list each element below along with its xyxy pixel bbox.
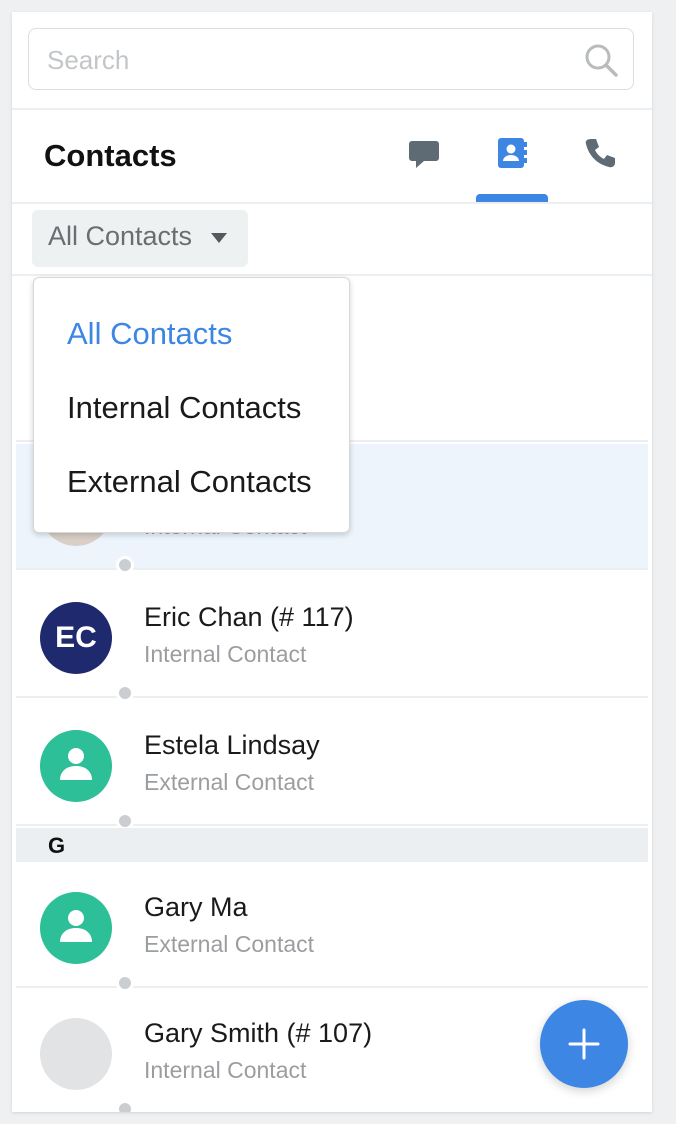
divider bbox=[12, 274, 652, 276]
divider bbox=[12, 202, 652, 204]
chat-bubble-icon[interactable] bbox=[407, 136, 441, 170]
list-item[interactable]: Estela Lindsay External Contact bbox=[16, 700, 648, 830]
caret-down-icon bbox=[211, 233, 227, 243]
phone-icon[interactable] bbox=[583, 136, 617, 170]
avatar bbox=[40, 892, 134, 992]
contact-name: Gary Smith (# 107) bbox=[144, 1018, 373, 1048]
contact-type: External Contact bbox=[144, 931, 315, 957]
page-title: Contacts bbox=[44, 138, 177, 173]
avatar bbox=[40, 1018, 134, 1112]
add-contact-button[interactable] bbox=[540, 1000, 628, 1088]
avatar: EC bbox=[40, 602, 134, 702]
avatar bbox=[40, 730, 134, 830]
contact-type: Internal Contact bbox=[144, 1057, 307, 1083]
contacts-panel: Contacts All Contacts Internal Contact E… bbox=[12, 12, 652, 1112]
avatar-initials: EC bbox=[55, 621, 97, 654]
section-header: G bbox=[16, 828, 648, 862]
menu-item-internal-contacts[interactable]: Internal Contacts bbox=[67, 390, 301, 426]
divider bbox=[12, 108, 652, 110]
contact-filter-dropdown[interactable]: All Contacts bbox=[32, 210, 248, 267]
person-icon bbox=[60, 910, 92, 942]
section-letter: G bbox=[48, 833, 66, 858]
list-item[interactable]: EC Eric Chan (# 117) Internal Contact bbox=[16, 572, 648, 702]
contact-name: Gary Ma bbox=[144, 892, 248, 922]
contact-book-icon[interactable] bbox=[495, 136, 529, 170]
filter-dropdown-menu: All Contacts Internal Contacts External … bbox=[33, 277, 350, 533]
search-input[interactable] bbox=[45, 29, 569, 91]
filter-selected-label: All Contacts bbox=[48, 221, 193, 251]
contact-type: External Contact bbox=[144, 769, 315, 795]
person-icon bbox=[60, 748, 92, 780]
search-icon[interactable] bbox=[583, 42, 619, 78]
menu-item-external-contacts[interactable]: External Contacts bbox=[67, 464, 312, 500]
contact-name: Eric Chan (# 117) bbox=[144, 602, 354, 632]
contact-type: Internal Contact bbox=[144, 641, 307, 667]
active-tab-indicator bbox=[476, 194, 548, 202]
search-box[interactable] bbox=[28, 28, 634, 91]
contact-name: Estela Lindsay bbox=[144, 730, 320, 760]
menu-item-all-contacts[interactable]: All Contacts bbox=[67, 316, 232, 352]
list-item[interactable]: Gary Ma External Contact bbox=[16, 862, 648, 992]
plus-icon bbox=[568, 1028, 600, 1060]
presence-indicator bbox=[116, 1100, 134, 1112]
